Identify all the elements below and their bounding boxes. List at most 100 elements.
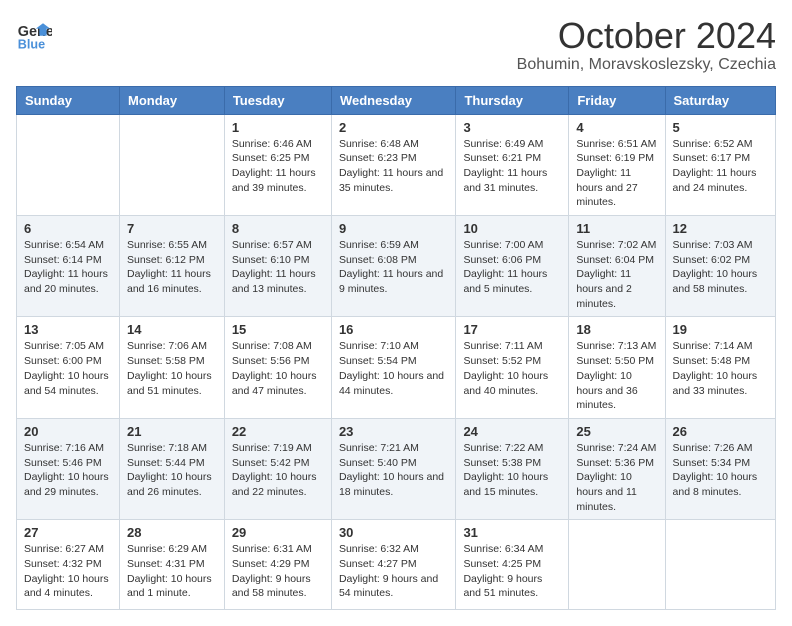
day-info: Sunrise: 6:55 AM Sunset: 6:12 PM Dayligh… — [127, 238, 217, 297]
calendar-cell: 29 Sunrise: 6:31 AM Sunset: 4:29 PM Dayli… — [224, 520, 331, 610]
calendar-week-3: 13 Sunrise: 7:05 AM Sunset: 6:00 PM Dayli… — [17, 317, 776, 418]
calendar-week-5: 27 Sunrise: 6:27 AM Sunset: 4:32 PM Dayli… — [17, 520, 776, 610]
calendar-cell — [665, 520, 775, 610]
day-info: Sunrise: 7:13 AM Sunset: 5:50 PM Dayligh… — [576, 339, 657, 412]
day-number: 4 — [576, 120, 657, 135]
day-info: Sunrise: 6:57 AM Sunset: 6:10 PM Dayligh… — [232, 238, 324, 297]
location: Bohumin, Moravskoslezsky, Czechia — [517, 56, 776, 74]
logo-icon: General Blue — [16, 16, 52, 52]
day-number: 22 — [232, 424, 324, 439]
calendar-cell: 7 Sunrise: 6:55 AM Sunset: 6:12 PM Daylig… — [119, 216, 224, 317]
calendar-cell: 2 Sunrise: 6:48 AM Sunset: 6:23 PM Daylig… — [331, 114, 456, 215]
calendar-cell: 25 Sunrise: 7:24 AM Sunset: 5:36 PM Dayli… — [569, 418, 665, 519]
day-number: 11 — [576, 221, 657, 236]
day-info: Sunrise: 7:14 AM Sunset: 5:48 PM Dayligh… — [673, 339, 768, 398]
calendar-week-2: 6 Sunrise: 6:54 AM Sunset: 6:14 PM Daylig… — [17, 216, 776, 317]
calendar-cell: 21 Sunrise: 7:18 AM Sunset: 5:44 PM Dayli… — [119, 418, 224, 519]
day-info: Sunrise: 6:59 AM Sunset: 6:08 PM Dayligh… — [339, 238, 449, 297]
day-info: Sunrise: 7:10 AM Sunset: 5:54 PM Dayligh… — [339, 339, 449, 398]
calendar-table: SundayMondayTuesdayWednesdayThursdayFrid… — [16, 86, 776, 611]
calendar-cell: 10 Sunrise: 7:00 AM Sunset: 6:06 PM Dayli… — [456, 216, 569, 317]
calendar-cell: 15 Sunrise: 7:08 AM Sunset: 5:56 PM Dayli… — [224, 317, 331, 418]
day-info: Sunrise: 7:22 AM Sunset: 5:38 PM Dayligh… — [463, 441, 561, 500]
day-number: 31 — [463, 525, 561, 540]
calendar-cell: 14 Sunrise: 7:06 AM Sunset: 5:58 PM Dayli… — [119, 317, 224, 418]
day-info: Sunrise: 7:05 AM Sunset: 6:00 PM Dayligh… — [24, 339, 112, 398]
header-sunday: Sunday — [17, 86, 120, 114]
header-monday: Monday — [119, 86, 224, 114]
day-number: 30 — [339, 525, 449, 540]
title-block: October 2024 Bohumin, Moravskoslezsky, C… — [517, 16, 776, 74]
day-info: Sunrise: 7:11 AM Sunset: 5:52 PM Dayligh… — [463, 339, 561, 398]
day-number: 26 — [673, 424, 768, 439]
day-info: Sunrise: 6:31 AM Sunset: 4:29 PM Dayligh… — [232, 542, 324, 601]
calendar-cell: 16Sunrise: 7:10 AM Sunset: 5:54 PM Dayli… — [331, 317, 456, 418]
calendar-week-1: 1 Sunrise: 6:46 AM Sunset: 6:25 PM Daylig… — [17, 114, 776, 215]
day-number: 25 — [576, 424, 657, 439]
day-info: Sunrise: 6:51 AM Sunset: 6:19 PM Dayligh… — [576, 137, 657, 210]
header-saturday: Saturday — [665, 86, 775, 114]
month-title: October 2024 — [517, 16, 776, 56]
day-number: 29 — [232, 525, 324, 540]
page-header: General Blue October 2024 Bohumin, Morav… — [16, 16, 776, 74]
calendar-cell: 19 Sunrise: 7:14 AM Sunset: 5:48 PM Dayli… — [665, 317, 775, 418]
day-number: 10 — [463, 221, 561, 236]
day-info: Sunrise: 6:34 AM Sunset: 4:25 PM Dayligh… — [463, 542, 561, 601]
day-info: Sunrise: 7:03 AM Sunset: 6:02 PM Dayligh… — [673, 238, 768, 297]
day-number: 19 — [673, 322, 768, 337]
calendar-cell: 27 Sunrise: 6:27 AM Sunset: 4:32 PM Dayli… — [17, 520, 120, 610]
day-number: 1 — [232, 120, 324, 135]
day-number: 6 — [24, 221, 112, 236]
calendar-cell: 20Sunrise: 7:16 AM Sunset: 5:46 PM Dayli… — [17, 418, 120, 519]
day-number: 20 — [24, 424, 112, 439]
calendar-header-row: SundayMondayTuesdayWednesdayThursdayFrid… — [17, 86, 776, 114]
day-number: 21 — [127, 424, 217, 439]
calendar-cell: 22Sunrise: 7:19 AM Sunset: 5:42 PM Dayli… — [224, 418, 331, 519]
day-info: Sunrise: 7:06 AM Sunset: 5:58 PM Dayligh… — [127, 339, 217, 398]
day-info: Sunrise: 7:21 AM Sunset: 5:40 PM Dayligh… — [339, 441, 449, 500]
day-number: 23 — [339, 424, 449, 439]
day-info: Sunrise: 6:54 AM Sunset: 6:14 PM Dayligh… — [24, 238, 112, 297]
calendar-cell: 26 Sunrise: 7:26 AM Sunset: 5:34 PM Dayli… — [665, 418, 775, 519]
day-number: 18 — [576, 322, 657, 337]
header-friday: Friday — [569, 86, 665, 114]
calendar-cell: 23 Sunrise: 7:21 AM Sunset: 5:40 PM Dayli… — [331, 418, 456, 519]
day-info: Sunrise: 7:00 AM Sunset: 6:06 PM Dayligh… — [463, 238, 561, 297]
day-info: Sunrise: 7:02 AM Sunset: 6:04 PM Dayligh… — [576, 238, 657, 311]
logo: General Blue — [16, 16, 56, 52]
day-info: Sunrise: 6:27 AM Sunset: 4:32 PM Dayligh… — [24, 542, 112, 601]
day-number: 27 — [24, 525, 112, 540]
calendar-cell: 1 Sunrise: 6:46 AM Sunset: 6:25 PM Daylig… — [224, 114, 331, 215]
day-info: Sunrise: 7:24 AM Sunset: 5:36 PM Dayligh… — [576, 441, 657, 514]
day-number: 12 — [673, 221, 768, 236]
calendar-cell: 6 Sunrise: 6:54 AM Sunset: 6:14 PM Daylig… — [17, 216, 120, 317]
calendar-cell: 30Sunrise: 6:32 AM Sunset: 4:27 PM Dayli… — [331, 520, 456, 610]
calendar-cell: 11 Sunrise: 7:02 AM Sunset: 6:04 PM Dayli… — [569, 216, 665, 317]
calendar-cell: 31 Sunrise: 6:34 AM Sunset: 4:25 PM Dayli… — [456, 520, 569, 610]
day-info: Sunrise: 6:52 AM Sunset: 6:17 PM Dayligh… — [673, 137, 768, 196]
header-wednesday: Wednesday — [331, 86, 456, 114]
day-number: 3 — [463, 120, 561, 135]
day-info: Sunrise: 7:18 AM Sunset: 5:44 PM Dayligh… — [127, 441, 217, 500]
calendar-cell: 17Sunrise: 7:11 AM Sunset: 5:52 PM Dayli… — [456, 317, 569, 418]
calendar-cell: 9Sunrise: 6:59 AM Sunset: 6:08 PM Daylig… — [331, 216, 456, 317]
day-info: Sunrise: 6:48 AM Sunset: 6:23 PM Dayligh… — [339, 137, 449, 196]
day-number: 7 — [127, 221, 217, 236]
calendar-cell — [569, 520, 665, 610]
calendar-cell: 13 Sunrise: 7:05 AM Sunset: 6:00 PM Dayli… — [17, 317, 120, 418]
calendar-cell: 4 Sunrise: 6:51 AM Sunset: 6:19 PM Daylig… — [569, 114, 665, 215]
header-thursday: Thursday — [456, 86, 569, 114]
day-number: 15 — [232, 322, 324, 337]
calendar-cell: 12 Sunrise: 7:03 AM Sunset: 6:02 PM Dayli… — [665, 216, 775, 317]
day-number: 2 — [339, 120, 449, 135]
day-number: 14 — [127, 322, 217, 337]
calendar-cell — [17, 114, 120, 215]
day-number: 8 — [232, 221, 324, 236]
day-info: Sunrise: 6:46 AM Sunset: 6:25 PM Dayligh… — [232, 137, 324, 196]
calendar-cell: 3Sunrise: 6:49 AM Sunset: 6:21 PM Daylig… — [456, 114, 569, 215]
day-info: Sunrise: 7:08 AM Sunset: 5:56 PM Dayligh… — [232, 339, 324, 398]
day-number: 13 — [24, 322, 112, 337]
day-number: 24 — [463, 424, 561, 439]
calendar-week-4: 20Sunrise: 7:16 AM Sunset: 5:46 PM Dayli… — [17, 418, 776, 519]
day-info: Sunrise: 7:26 AM Sunset: 5:34 PM Dayligh… — [673, 441, 768, 500]
